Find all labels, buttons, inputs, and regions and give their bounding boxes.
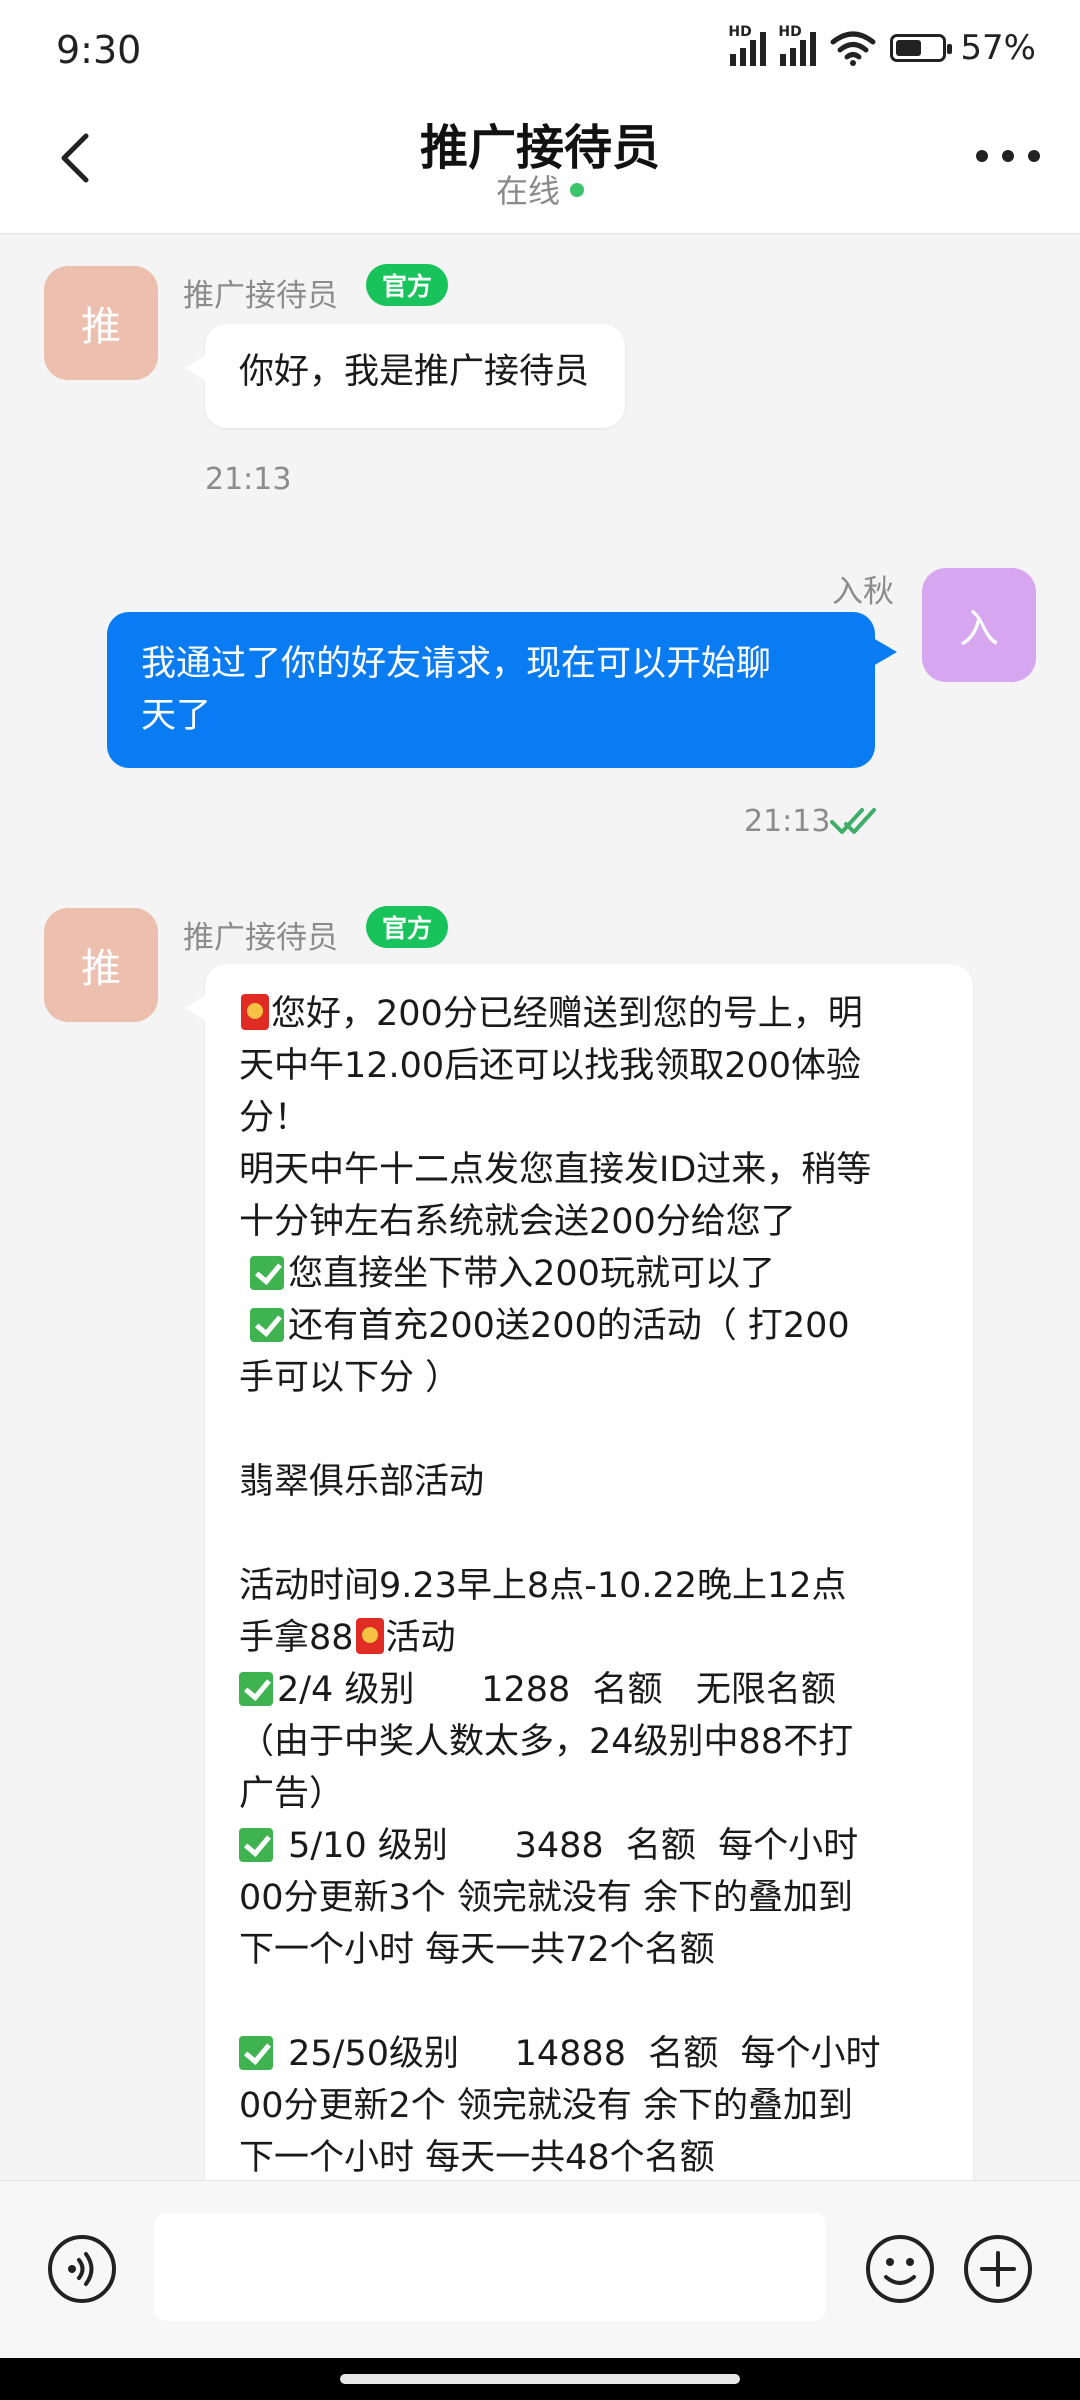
message-line: 翡翠俱乐部活动	[239, 1462, 485, 1502]
dot-icon	[976, 150, 988, 162]
message-line: 十分钟左右系统就会送200分给您了	[239, 1202, 796, 1242]
message-line: 活动时间9.23早上8点-10.22晚上12点	[239, 1566, 847, 1606]
check-box-icon	[239, 1672, 273, 1706]
battery-icon	[890, 34, 953, 62]
message-line-text: 您直接坐下带入200玩就可以了	[288, 1254, 775, 1294]
message-line: 25/50级别 14888 名额 每个小时	[239, 2028, 951, 2080]
message-text: 你好，我是推广接待员	[239, 352, 590, 392]
online-status: 在线	[0, 166, 1080, 212]
message-line: 您好，200分已经赠送到您的号上，明	[239, 988, 951, 1040]
message-line: 您直接坐下带入200玩就可以了	[239, 1248, 951, 1300]
message-bubble[interactable]: 你好，我是推广接待员	[184, 324, 626, 428]
message-line: 手可以下分 ）	[239, 1358, 461, 1398]
message-line: （由于中奖人数太多，24级别中88不打	[239, 1722, 854, 1762]
message-bubble[interactable]: 您好，200分已经赠送到您的号上，明 天中午12.00后还可以找我领取200体验…	[185, 964, 973, 2180]
message-line: 下一个小时 每天一共48个名额	[239, 2138, 715, 2178]
sender-name: 推广接待员	[183, 278, 338, 314]
red-packet-icon	[241, 994, 269, 1030]
message-text: 您好，200分已经赠送到您的号上，明 天中午12.00后还可以找我领取200体验…	[239, 988, 951, 2180]
message-bubble[interactable]: 我通过了你的好友请求，现在可以开始聊 天了	[107, 612, 897, 768]
message-line: 5/10 级别 3488 名额 每个小时	[239, 1820, 951, 1872]
message-line: 手拿88 活动	[239, 1612, 951, 1664]
message-time: 21:13	[744, 804, 831, 839]
network-type-label: HD	[728, 24, 752, 40]
message-line	[239, 1404, 951, 1456]
message-input[interactable]	[154, 2213, 826, 2321]
dot-icon	[1028, 150, 1040, 162]
wifi-icon	[830, 31, 876, 66]
avatar[interactable]: 推	[44, 266, 158, 380]
emoji-icon[interactable]	[864, 2233, 936, 2305]
status-bar: 9:30 HD HD 57%	[0, 0, 1080, 100]
battery-percent: 57%	[960, 28, 1036, 68]
online-status-label: 在线	[495, 172, 560, 210]
check-box-icon	[250, 1308, 285, 1342]
message-line-text: 5/10 级别 3488 名额 每个小时	[277, 1826, 859, 1866]
message-line: 分！	[239, 1098, 310, 1138]
check-box-icon	[250, 1256, 285, 1290]
message-time: 21:13	[205, 462, 292, 497]
message-line	[239, 1976, 951, 2028]
message-line: 2/4 级别 1288 名额 无限名额	[239, 1664, 951, 1716]
message-line-text: 手拿88	[239, 1618, 354, 1658]
official-badge: 官方	[366, 906, 449, 948]
status-icons: HD HD 57%	[728, 24, 1036, 68]
navigation-bar	[0, 2358, 1080, 2400]
signal-icon: HD	[728, 24, 767, 66]
message-line: 00分更新3个 领完就没有 余下的叠加到	[239, 1878, 854, 1918]
check-box-icon	[239, 2036, 273, 2070]
home-indicator[interactable]	[340, 2374, 740, 2384]
avatar[interactable]: 入	[922, 568, 1036, 682]
voice-icon[interactable]	[46, 2233, 118, 2305]
message-line: 天中午12.00后还可以找我领取200体验	[239, 1046, 862, 1086]
official-badge: 官方	[366, 264, 449, 306]
message-text: 我通过了你的好友请求，现在可以开始聊 天了	[141, 644, 772, 736]
message-line-text: 25/50级别 14888 名额 每个小时	[277, 2034, 881, 2074]
message-line: 明天中午十二点发您直接发ID过来，稍等	[239, 1150, 872, 1190]
dot-icon	[1002, 150, 1014, 162]
message-list[interactable]: 推 推广接待员 官方 你好，我是推广接待员 21:13 入秋 入 我通过了你的好…	[0, 234, 1080, 2180]
double-check-icon	[830, 808, 876, 834]
sender-name: 入秋	[832, 574, 894, 610]
avatar[interactable]: 推	[44, 908, 158, 1022]
status-time: 9:30	[56, 28, 142, 72]
more-options-button[interactable]	[976, 144, 1040, 168]
message-line: 广告）	[239, 1774, 345, 1814]
message-line-text: 活动	[385, 1618, 456, 1658]
message-line: 下一个小时 每天一共72个名额	[239, 1930, 715, 1970]
signal-icon: HD	[778, 24, 817, 66]
check-box-icon	[239, 1828, 273, 1862]
online-dot-icon	[570, 183, 584, 197]
chat-header: 推广接待员 在线	[0, 100, 1080, 234]
message-line-text: 2/4 级别 1288 名额 无限名额	[277, 1670, 836, 1710]
input-bar	[0, 2180, 1080, 2359]
message-line-text: 还有首充200送200的活动（ 打200	[288, 1306, 850, 1346]
message-line: 00分更新2个 领完就没有 余下的叠加到	[239, 2086, 854, 2126]
network-type-label: HD	[778, 24, 802, 40]
message-line-text: 您好，200分已经赠送到您的号上，明	[271, 994, 863, 1034]
red-packet-icon	[355, 1618, 384, 1654]
message-line	[239, 1508, 951, 1560]
plus-icon[interactable]	[962, 2233, 1034, 2305]
message-line: 还有首充200送200的活动（ 打200	[239, 1300, 951, 1352]
sender-name: 推广接待员	[183, 920, 338, 956]
